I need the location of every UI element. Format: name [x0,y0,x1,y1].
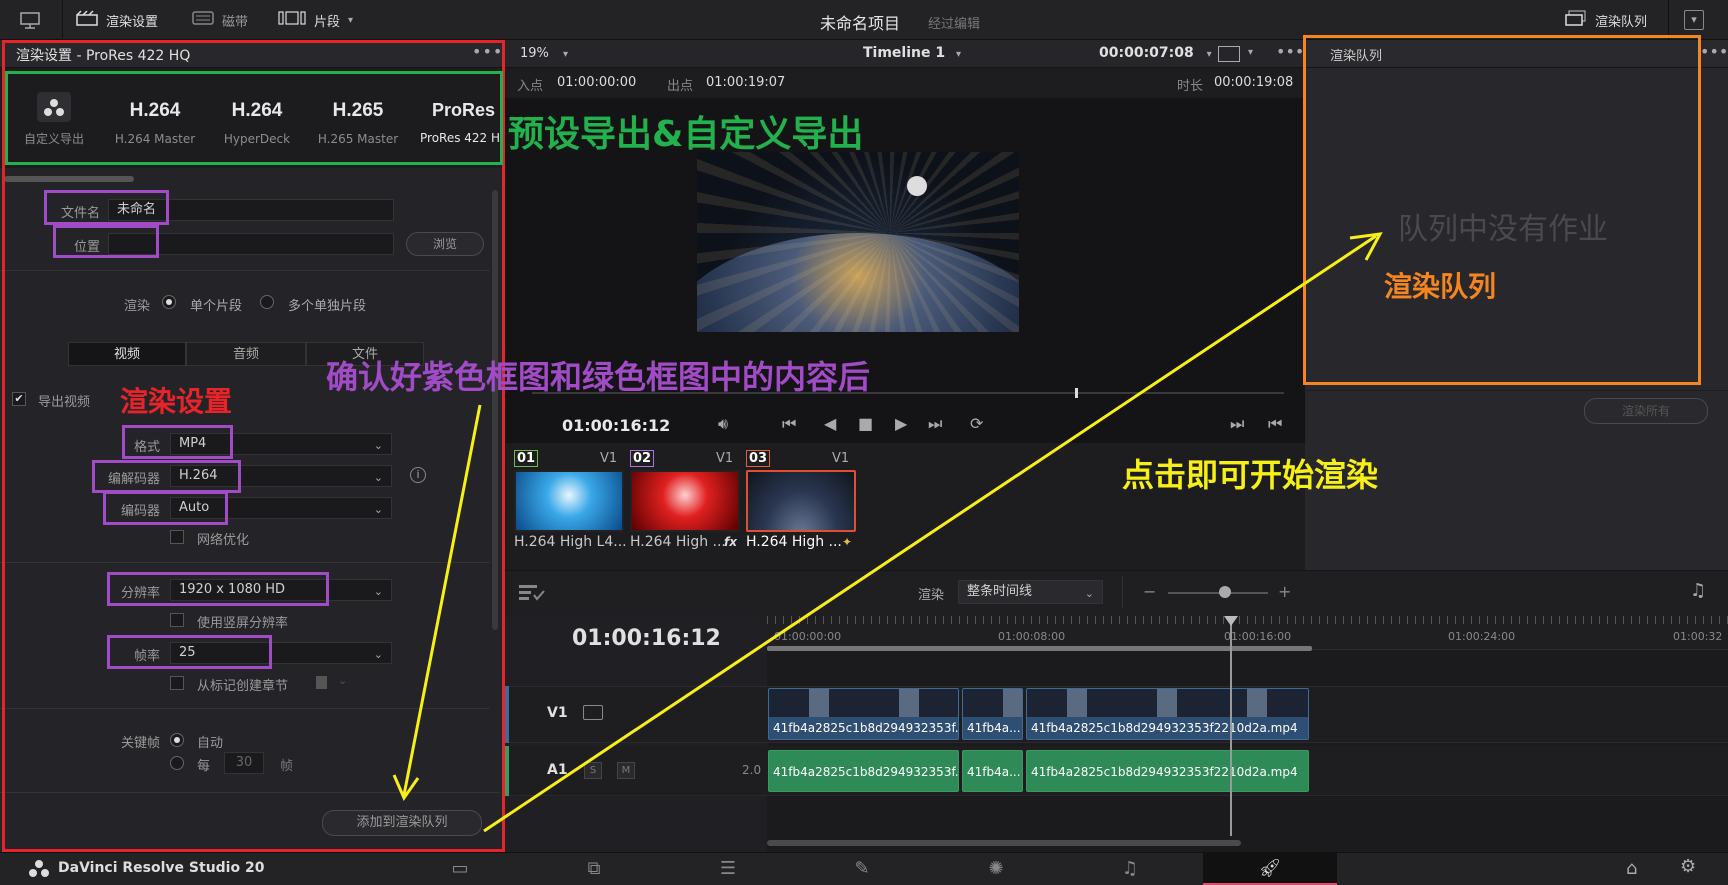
annotation-arrows [392,232,1383,833]
arrow-line [402,404,482,796]
arrow-line [483,234,1377,833]
